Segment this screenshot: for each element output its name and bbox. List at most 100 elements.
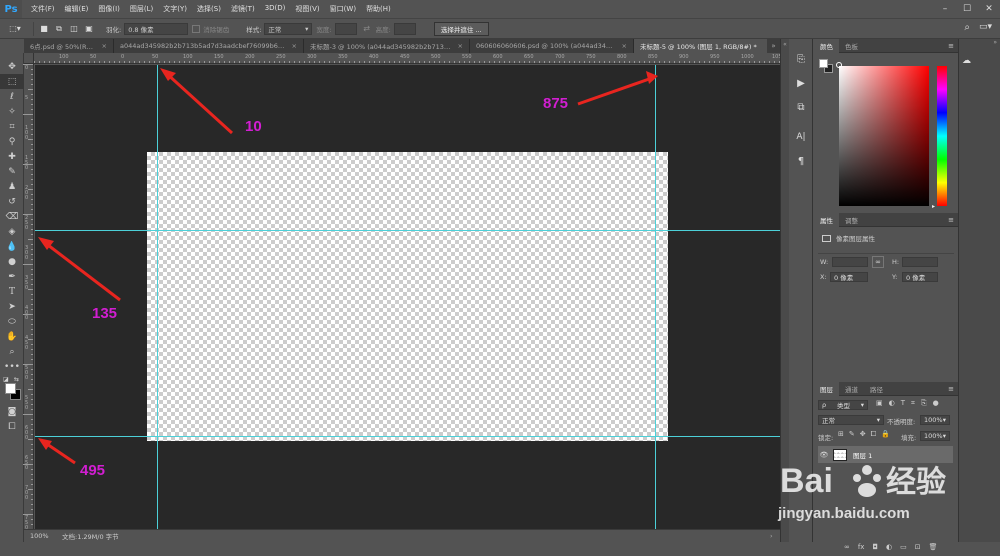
layer-comps-icon[interactable]: ⧉ — [789, 95, 813, 119]
lock-all-icon[interactable]: 🔒 — [881, 430, 890, 439]
panel-menu-icon[interactable]: ≡ — [948, 42, 958, 50]
link-icon[interactable]: ∞ — [872, 256, 884, 268]
canvas-area[interactable] — [35, 65, 780, 529]
crop-tool-icon[interactable]: ⌗ — [0, 119, 24, 134]
y-field[interactable]: 0 像素 — [902, 272, 938, 282]
ruler-horizontal[interactable]: 100 50 0 50 100 150 200 250 300 350 400 450 500 550 60… — [34, 53, 785, 64]
foreground-color[interactable] — [5, 383, 16, 394]
collapse-panels-icon[interactable]: » — [959, 39, 1000, 53]
character-icon[interactable]: A| — [789, 125, 813, 149]
menu-item-1[interactable]: 编辑(E) — [60, 4, 94, 14]
fill-field[interactable]: 100% ▾ — [920, 431, 950, 441]
intersect-selection-icon[interactable]: ▣ — [83, 23, 95, 35]
tab-layers[interactable]: 图层 — [814, 381, 839, 396]
color-picker-cursor[interactable] — [836, 62, 842, 68]
filter-adjustment-icon[interactable]: ◐ — [889, 399, 895, 408]
marquee-preset-icon[interactable]: ⬚▾ — [4, 23, 26, 35]
blur-tool-icon[interactable]: 💧 — [0, 239, 24, 254]
filter-pixel-icon[interactable]: ▣ — [876, 399, 883, 408]
hue-slider[interactable] — [937, 66, 947, 206]
tab-channels[interactable]: 通道 — [839, 382, 864, 396]
fx-icon[interactable]: fx — [858, 543, 865, 551]
document-tab[interactable]: 未标题-5 @ 100% (图层 1, RGB/8#) *× — [634, 39, 780, 53]
tab-paths[interactable]: 路径 — [864, 382, 889, 396]
guide-horizontal-135[interactable] — [35, 230, 780, 231]
lock-transparency-icon[interactable]: ⊞ — [838, 430, 844, 439]
filter-type-icon[interactable]: T — [901, 399, 905, 408]
expand-panels-icon[interactable]: « — [781, 41, 789, 48]
search-icon[interactable]: ⌕ — [964, 22, 970, 33]
history-brush-tool-icon[interactable]: ↺ — [0, 194, 24, 209]
brush-tool-icon[interactable]: ✎ — [0, 164, 24, 179]
height-input[interactable] — [393, 22, 416, 35]
quick-mask-icon[interactable]: ◙ — [0, 404, 24, 419]
lasso-tool-icon[interactable]: ℓ — [0, 89, 24, 104]
close-tab-icon[interactable]: × — [622, 42, 627, 50]
eyedropper-tool-icon[interactable]: ⚲ — [0, 134, 24, 149]
width-field[interactable] — [832, 257, 868, 267]
tab-adjustments[interactable]: 调整 — [839, 213, 864, 227]
actions-icon[interactable]: ▶ — [789, 71, 813, 95]
type-tool-icon[interactable]: T — [0, 284, 24, 299]
new-selection-icon[interactable]: ■ — [38, 23, 50, 35]
style-select[interactable]: 正常 ▾ — [264, 22, 313, 35]
pen-tool-icon[interactable]: ✒ — [0, 269, 24, 284]
lock-pixels-icon[interactable]: ✎ — [849, 430, 855, 439]
ruler-corner[interactable] — [24, 53, 34, 64]
tabs-overflow-icon[interactable]: » — [767, 39, 780, 53]
add-mask-icon[interactable]: ◘ — [872, 543, 878, 551]
link-layers-icon[interactable]: ∞ — [844, 543, 850, 551]
new-layer-icon[interactable]: ⊡ — [915, 543, 921, 551]
width-input[interactable] — [334, 22, 357, 35]
tab-color[interactable]: 颜色 — [814, 38, 839, 53]
filter-smart-icon[interactable]: ⎘ — [921, 399, 927, 408]
healing-brush-tool-icon[interactable]: ✚ — [0, 149, 24, 164]
menu-item-7[interactable]: 3D(D) — [260, 4, 291, 14]
document-tab[interactable]: a044ad345982b2b713b5ad7d3aadcbef76099b65… — [114, 39, 304, 53]
lock-position-icon[interactable]: ✥ — [860, 430, 866, 439]
close-tab-icon[interactable]: × — [458, 42, 463, 50]
select-and-mask-button[interactable]: 选择并遮住 ... — [433, 21, 489, 36]
blend-mode-select[interactable]: 正常 ▾ — [818, 415, 884, 425]
swap-icon[interactable]: ⇄ — [361, 23, 373, 35]
document-tab[interactable]: 未标题-3 @ 100% (a044ad345982b2b713b... × — [304, 39, 470, 53]
height-field[interactable] — [902, 257, 938, 267]
workspace-icon[interactable]: ▭▾ — [979, 22, 992, 32]
lock-artboard-icon[interactable]: ⧠ — [871, 430, 877, 439]
filter-shape-icon[interactable]: ⌗ — [911, 399, 915, 408]
paragraph-icon[interactable]: ¶ — [789, 149, 813, 173]
document-tab[interactable]: 060606060606.psd @ 100% (a044ad34598... × — [470, 39, 634, 53]
eraser-tool-icon[interactable]: ⌫ — [0, 209, 24, 224]
panel-foreground-swatch[interactable] — [819, 59, 828, 68]
menu-item-3[interactable]: 图层(L) — [125, 4, 158, 14]
guide-horizontal-495[interactable] — [35, 436, 780, 437]
antialias-checkbox[interactable] — [192, 24, 201, 33]
zoom-level[interactable]: 100% — [24, 532, 62, 540]
color-swatches[interactable]: ◪ ⇆ — [0, 374, 23, 404]
layer-filter-select[interactable]: ρ 类型 ▾ — [818, 400, 868, 410]
ellipse-tool-icon[interactable]: ⬭ — [0, 314, 24, 329]
feather-input[interactable]: 0.8 像素 — [124, 22, 189, 35]
color-field[interactable] — [839, 66, 929, 206]
close-tab-icon[interactable]: × — [292, 42, 297, 50]
panel-menu-icon[interactable]: ≡ — [948, 216, 958, 224]
subtract-selection-icon[interactable]: ◫ — [68, 23, 80, 35]
tab-swatches[interactable]: 色板 — [839, 39, 864, 53]
menu-item-9[interactable]: 窗口(W) — [325, 4, 361, 14]
screen-mode-icon[interactable]: ⧠ — [0, 419, 24, 434]
x-field[interactable]: 0 像素 — [830, 272, 868, 282]
guide-vertical-10[interactable] — [157, 65, 158, 529]
minimize-icon[interactable]: – — [934, 0, 956, 18]
adjustment-layer-icon[interactable]: ◐ — [886, 543, 892, 551]
add-selection-icon[interactable]: ⧉ — [53, 23, 65, 35]
close-icon[interactable]: ✕ — [978, 0, 1000, 18]
transparent-document[interactable] — [147, 152, 668, 441]
close-tab-icon[interactable]: × — [102, 42, 107, 50]
move-tool-icon[interactable]: ✥ — [0, 59, 24, 74]
new-group-icon[interactable]: ▭ — [900, 543, 907, 551]
menu-item-0[interactable]: 文件(F) — [26, 4, 60, 14]
libraries-icon[interactable]: ☁ — [962, 55, 997, 67]
zoom-tool-icon[interactable]: ⌕ — [0, 344, 24, 359]
guide-vertical-875[interactable] — [655, 65, 656, 529]
maximize-icon[interactable]: ☐ — [956, 0, 978, 18]
